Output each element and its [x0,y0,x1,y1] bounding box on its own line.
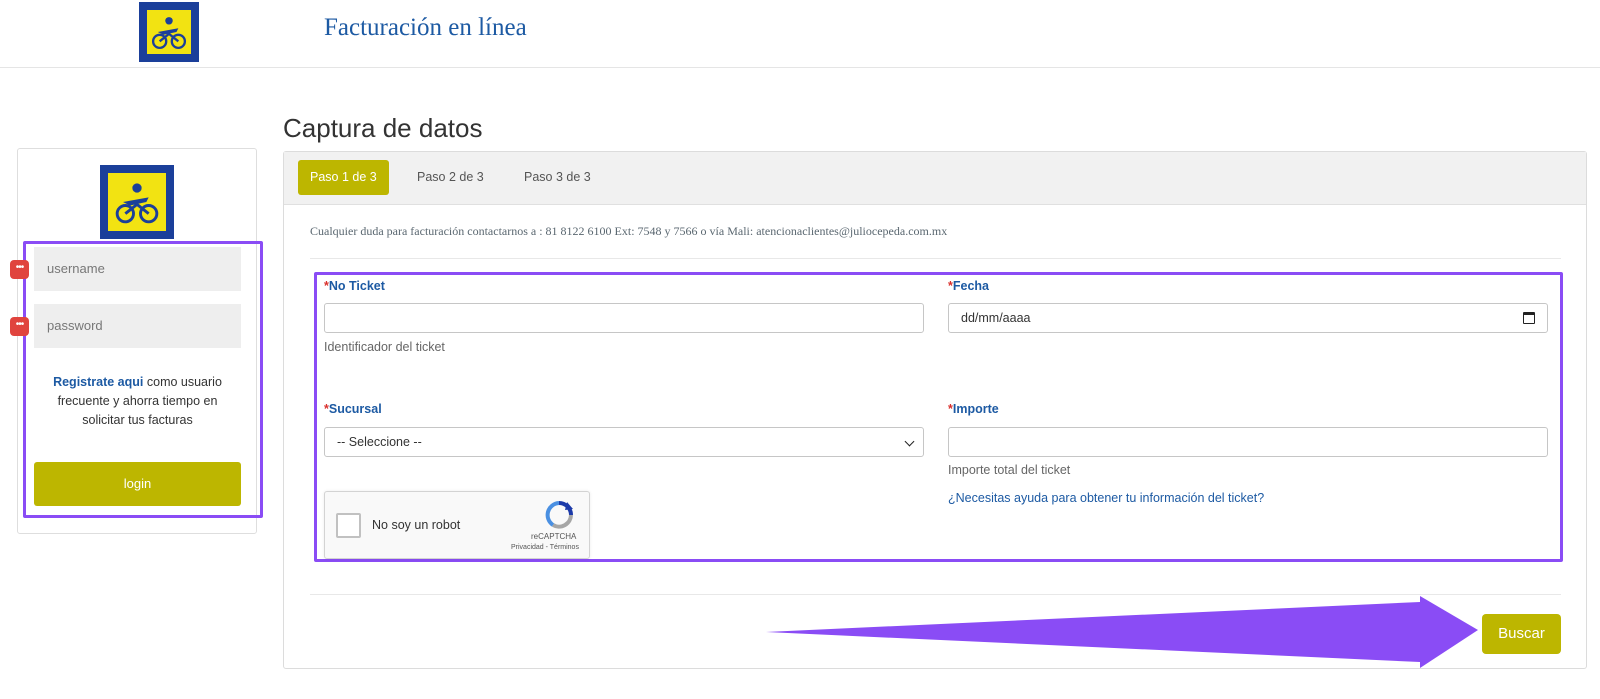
page-title: Captura de datos [283,113,483,143]
tab-step-3[interactable]: Paso 3 de 3 [512,160,603,195]
sucursal-select[interactable]: -- Seleccione -- [324,427,924,457]
top-header [0,0,1600,68]
cyclist-logo-icon [151,17,187,50]
recaptcha-label: No soy un robot [372,518,461,532]
no-ticket-label: *No Ticket [324,279,385,293]
username-input[interactable]: username [34,247,241,291]
recaptcha-terms-link[interactable]: Privacidad - Términos [511,544,579,551]
sucursal-selected-value: -- Seleccione -- [337,435,422,449]
recaptcha-widget: No soy un robot reCAPTCHA Privacidad - T… [324,491,590,559]
password-manager-icon[interactable]: ••• [10,317,29,336]
recaptcha-brand: reCAPTCHA [531,532,577,541]
fecha-date-input[interactable]: dd/mm/aaaa [948,303,1548,333]
panel-logo [100,165,174,239]
importe-help: Importe total del ticket [948,463,1071,477]
password-input[interactable]: password [34,304,241,348]
login-button[interactable]: login [34,462,241,506]
sucursal-label: *Sucursal [324,402,382,416]
chevron-down-icon [904,436,915,447]
annotation-arrow-icon [766,596,1478,668]
recaptcha-checkbox[interactable] [336,513,361,538]
fecha-label: *Fecha [948,279,990,293]
header-logo[interactable] [139,2,199,62]
cyclist-logo-icon [115,183,159,224]
recaptcha-icon [545,501,573,529]
importe-input[interactable] [948,427,1548,457]
ticket-help-link[interactable]: ¿Necesitas ayuda para obtener tu informa… [948,491,1264,505]
divider [310,258,1561,259]
password-manager-icon[interactable]: ••• [10,260,29,279]
calendar-icon[interactable] [1523,312,1535,324]
fecha-placeholder: dd/mm/aaaa [961,311,1031,325]
tab-step-2[interactable]: Paso 2 de 3 [405,160,496,195]
contact-info: Cualquier duda para facturación contacta… [310,224,948,238]
no-ticket-input[interactable] [324,303,924,333]
buscar-button[interactable]: Buscar [1482,614,1561,654]
register-link[interactable]: Registrate aqui [53,375,143,389]
register-text: Registrate aqui como usuario frecuente y… [40,373,235,430]
no-ticket-help: Identificador del ticket [324,340,445,354]
divider [310,594,1561,595]
importe-label: *Importe [948,402,999,416]
site-title: Facturación en línea [324,14,527,41]
tab-step-1[interactable]: Paso 1 de 3 [298,160,389,195]
